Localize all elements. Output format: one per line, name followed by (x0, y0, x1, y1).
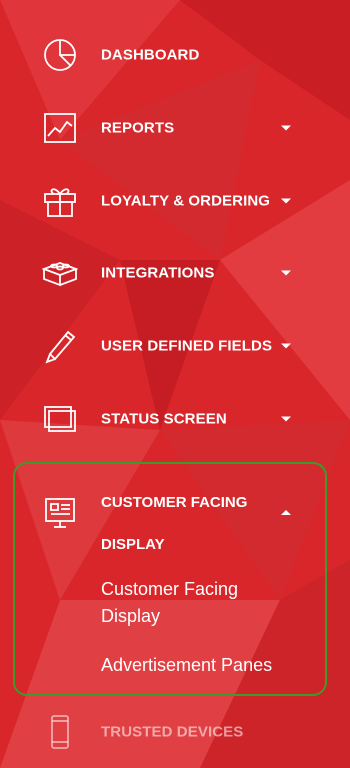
sidebar-nav: DASHBOARD REPORTS LOYALTY & ORDERING INT… (0, 0, 350, 768)
nav-item-label: STATUS SCREEN (101, 410, 227, 428)
mobile-phone-icon (40, 712, 80, 752)
subnav-item-advertisement-panes[interactable]: Advertisement Panes (101, 652, 291, 679)
nav-item-label: USER DEFINED FIELDS (101, 337, 273, 355)
subnav-item-customer-facing-display[interactable]: Customer Facing Display (101, 576, 291, 630)
chevron-down-icon (281, 270, 291, 276)
chevron-down-icon (281, 198, 291, 204)
pie-chart-icon (40, 35, 80, 75)
gift-icon (40, 181, 80, 221)
presentation-screen-icon (40, 493, 80, 533)
chevron-down-icon (281, 343, 291, 349)
pencil-icon (40, 326, 80, 366)
nav-item-status-screen[interactable]: STATUS SCREEN (0, 383, 350, 455)
nav-item-user-defined-fields[interactable]: USER DEFINED FIELDS (0, 310, 350, 382)
chevron-down-icon (281, 125, 291, 131)
nav-item-label: DASHBOARD (101, 46, 200, 64)
chevron-down-icon (281, 416, 291, 422)
nav-item-label: INTEGRATIONS (101, 264, 215, 282)
line-chart-icon (40, 108, 80, 148)
nav-item-customer-facing-display[interactable]: CUSTOMER FACING DISPLAY (0, 470, 350, 560)
windows-icon (40, 399, 80, 439)
nav-item-label: CUSTOMER FACING DISPLAY (101, 482, 276, 566)
chevron-up-icon (281, 510, 291, 515)
nav-item-trusted-devices[interactable]: TRUSTED DEVICES (0, 696, 350, 768)
nav-item-label: LOYALTY & ORDERING (101, 192, 271, 210)
nav-item-label: TRUSTED DEVICES (101, 723, 244, 741)
nav-item-label: REPORTS (101, 119, 175, 137)
nav-item-loyalty-ordering[interactable]: LOYALTY & ORDERING (0, 165, 350, 237)
building-blocks-icon (40, 253, 80, 293)
label-line-2: DISPLAY (101, 536, 165, 553)
nav-item-dashboard[interactable]: DASHBOARD (0, 19, 350, 91)
nav-item-reports[interactable]: REPORTS (0, 92, 350, 164)
nav-item-integrations[interactable]: INTEGRATIONS (0, 237, 350, 309)
label-line-1: CUSTOMER FACING (101, 494, 248, 511)
